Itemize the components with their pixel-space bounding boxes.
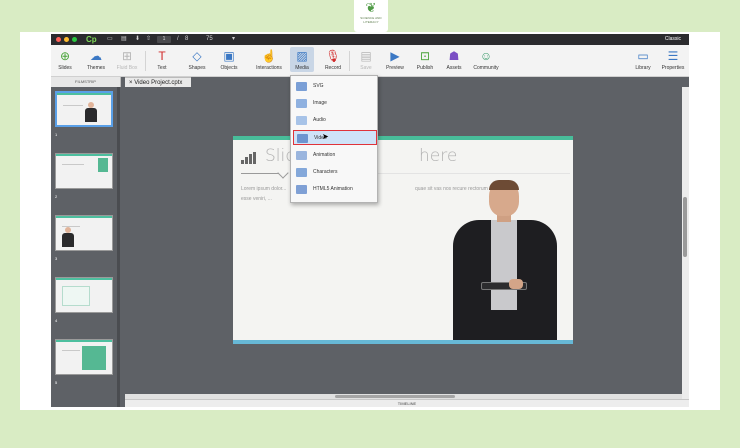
download-icon[interactable]: ⬇	[135, 34, 140, 45]
play-icon: ▶	[390, 49, 400, 63]
html5-animation-icon	[296, 185, 307, 194]
microphone-icon: 🎙	[325, 49, 341, 63]
layout-icon[interactable]: ▤	[121, 34, 127, 45]
save-button[interactable]: ▤ Save	[355, 47, 377, 72]
media-dropdown-menu: SVG Image Audio Video Animation Characte…	[290, 75, 378, 203]
upload-icon[interactable]: ⇧	[146, 34, 151, 45]
slide-thumbnail-2[interactable]	[55, 153, 113, 189]
preview-button[interactable]: ▶ Preview	[383, 47, 407, 72]
media-icon: ▨	[296, 49, 308, 63]
menu-item-svg[interactable]: SVG	[293, 79, 377, 94]
video-icon	[297, 134, 308, 143]
add-slide-icon: ⊕	[59, 49, 71, 63]
interactions-button[interactable]: ☝ Interactions	[254, 47, 284, 72]
slide-bottom-bar	[233, 340, 573, 344]
vertical-scrollbar[interactable]	[682, 87, 689, 402]
menu-item-video[interactable]: Video	[293, 130, 377, 145]
shapes-icon: ◇	[192, 49, 202, 63]
animation-icon	[296, 151, 307, 160]
characters-icon	[296, 168, 307, 177]
assets-button[interactable]: ☗ Assets	[443, 47, 465, 72]
page-separator: /	[177, 36, 179, 42]
save-icon: ▤	[360, 49, 372, 63]
slide-number: 1	[55, 132, 58, 137]
captivate-window: Cp ▭ ▤ ⬇ ⇧ 1 / 8 75 ▾ Classic ⊕ Slides ☁…	[51, 34, 689, 407]
filmstrip-header: FILMSTRIP	[51, 77, 121, 87]
slide-number: 4	[55, 318, 58, 323]
minimize-window-button[interactable]	[64, 37, 69, 42]
slide-thumbnail-3[interactable]	[55, 215, 113, 251]
toolbar-separator	[349, 51, 350, 71]
slide-body-text-2[interactable]: esse veniri, ...	[241, 196, 272, 202]
menu-item-html5-animation[interactable]: HTML5 Animation	[293, 182, 377, 197]
document-tab[interactable]: × Video Project.cptx	[125, 77, 191, 87]
menu-item-characters[interactable]: Characters	[293, 165, 377, 180]
community-button[interactable]: ☺ Community	[471, 47, 501, 72]
slide-thumbnail-5[interactable]	[55, 339, 113, 375]
shapes-button[interactable]: ◇ Shapes	[186, 47, 208, 72]
title-bar: Cp ▭ ▤ ⬇ ⇧ 1 / 8 75 ▾ Classic	[51, 34, 689, 45]
logo-text-line2: LITERACY	[363, 20, 379, 24]
hand-pointer-icon: ☝	[261, 49, 277, 63]
slide-number: 2	[55, 194, 58, 199]
record-button[interactable]: 🎙 Record	[322, 47, 344, 72]
slides-button[interactable]: ⊕ Slides	[54, 47, 76, 72]
publish-button[interactable]: ⊡ Publish	[413, 47, 437, 72]
text-icon: T	[158, 49, 166, 63]
slide-canvas[interactable]: Slid here Lorem ipsum dolor... esse veni…	[233, 136, 573, 344]
filmstrip-scrollbar[interactable]	[117, 87, 120, 407]
fluid-box-button[interactable]: ⊞ Fluid Box	[114, 47, 140, 72]
slide-title-right[interactable]: here	[419, 146, 457, 166]
fluid-box-icon: ⊞	[121, 49, 133, 63]
slide-top-bar	[233, 136, 573, 140]
slide-thumbnail-4[interactable]	[55, 277, 113, 313]
close-tab-icon[interactable]: ×	[129, 80, 133, 86]
slide-number: 5	[55, 380, 58, 385]
media-button[interactable]: ▨ Media	[290, 47, 314, 72]
menu-item-audio[interactable]: Audio	[293, 113, 377, 128]
slide-body-text[interactable]: Lorem ipsum dolor...	[241, 186, 286, 192]
objects-button[interactable]: ▣ Objects	[218, 47, 240, 72]
image-icon	[296, 99, 307, 108]
objects-icon: ▣	[223, 49, 235, 63]
main-toolbar: ⊕ Slides ☁ Themes ⊞ Fluid Box T Text ◇ S…	[51, 45, 689, 77]
captivate-app-icon: Cp	[86, 35, 97, 44]
presenter-image[interactable]	[451, 180, 561, 340]
menu-item-image[interactable]: Image	[293, 96, 377, 111]
library-button[interactable]: ▭ Library	[632, 47, 654, 72]
themes-button[interactable]: ☁ Themes	[84, 47, 108, 72]
library-icon: ▭	[637, 49, 649, 63]
filmstrip-panel: 1 2 3 4 5	[51, 87, 121, 407]
publish-icon: ⊡	[419, 49, 431, 63]
maximize-window-button[interactable]	[72, 37, 77, 42]
slide-number: 3	[55, 256, 58, 261]
divider-chevron	[277, 167, 289, 179]
menu-item-animation[interactable]: Animation	[293, 148, 377, 163]
community-icon: ☺	[479, 49, 493, 63]
assets-icon: ☗	[448, 49, 460, 63]
workspace-mode-dropdown[interactable]: Classic	[665, 34, 681, 45]
slide-thumbnail-1[interactable]	[55, 91, 113, 127]
site-logo: ❦ SCIENCE AND LITERACY	[354, 0, 388, 32]
current-page-field[interactable]: 1	[157, 36, 171, 43]
audio-icon	[296, 116, 307, 125]
bar-chart-icon	[241, 152, 259, 164]
divider-line	[241, 173, 279, 174]
document-name: Video Project.cptx	[134, 80, 183, 86]
window-icon[interactable]: ▭	[107, 34, 113, 45]
themes-icon: ☁	[90, 49, 102, 63]
properties-icon: ☰	[667, 49, 679, 63]
mouse-cursor-icon: ➤	[322, 132, 329, 141]
svg-icon	[296, 82, 307, 91]
zoom-dropdown-icon[interactable]: ▾	[232, 34, 235, 45]
zoom-level[interactable]: 75	[206, 34, 213, 45]
text-button[interactable]: T Text	[152, 47, 172, 72]
leaf-icon: ❦	[365, 0, 377, 15]
toolbar-separator	[145, 51, 146, 71]
timeline-panel-toggle[interactable]: TIMELINE	[125, 399, 689, 407]
total-pages: 8	[185, 36, 189, 42]
properties-button[interactable]: ☰ Properties	[659, 47, 687, 72]
close-window-button[interactable]	[56, 37, 61, 42]
